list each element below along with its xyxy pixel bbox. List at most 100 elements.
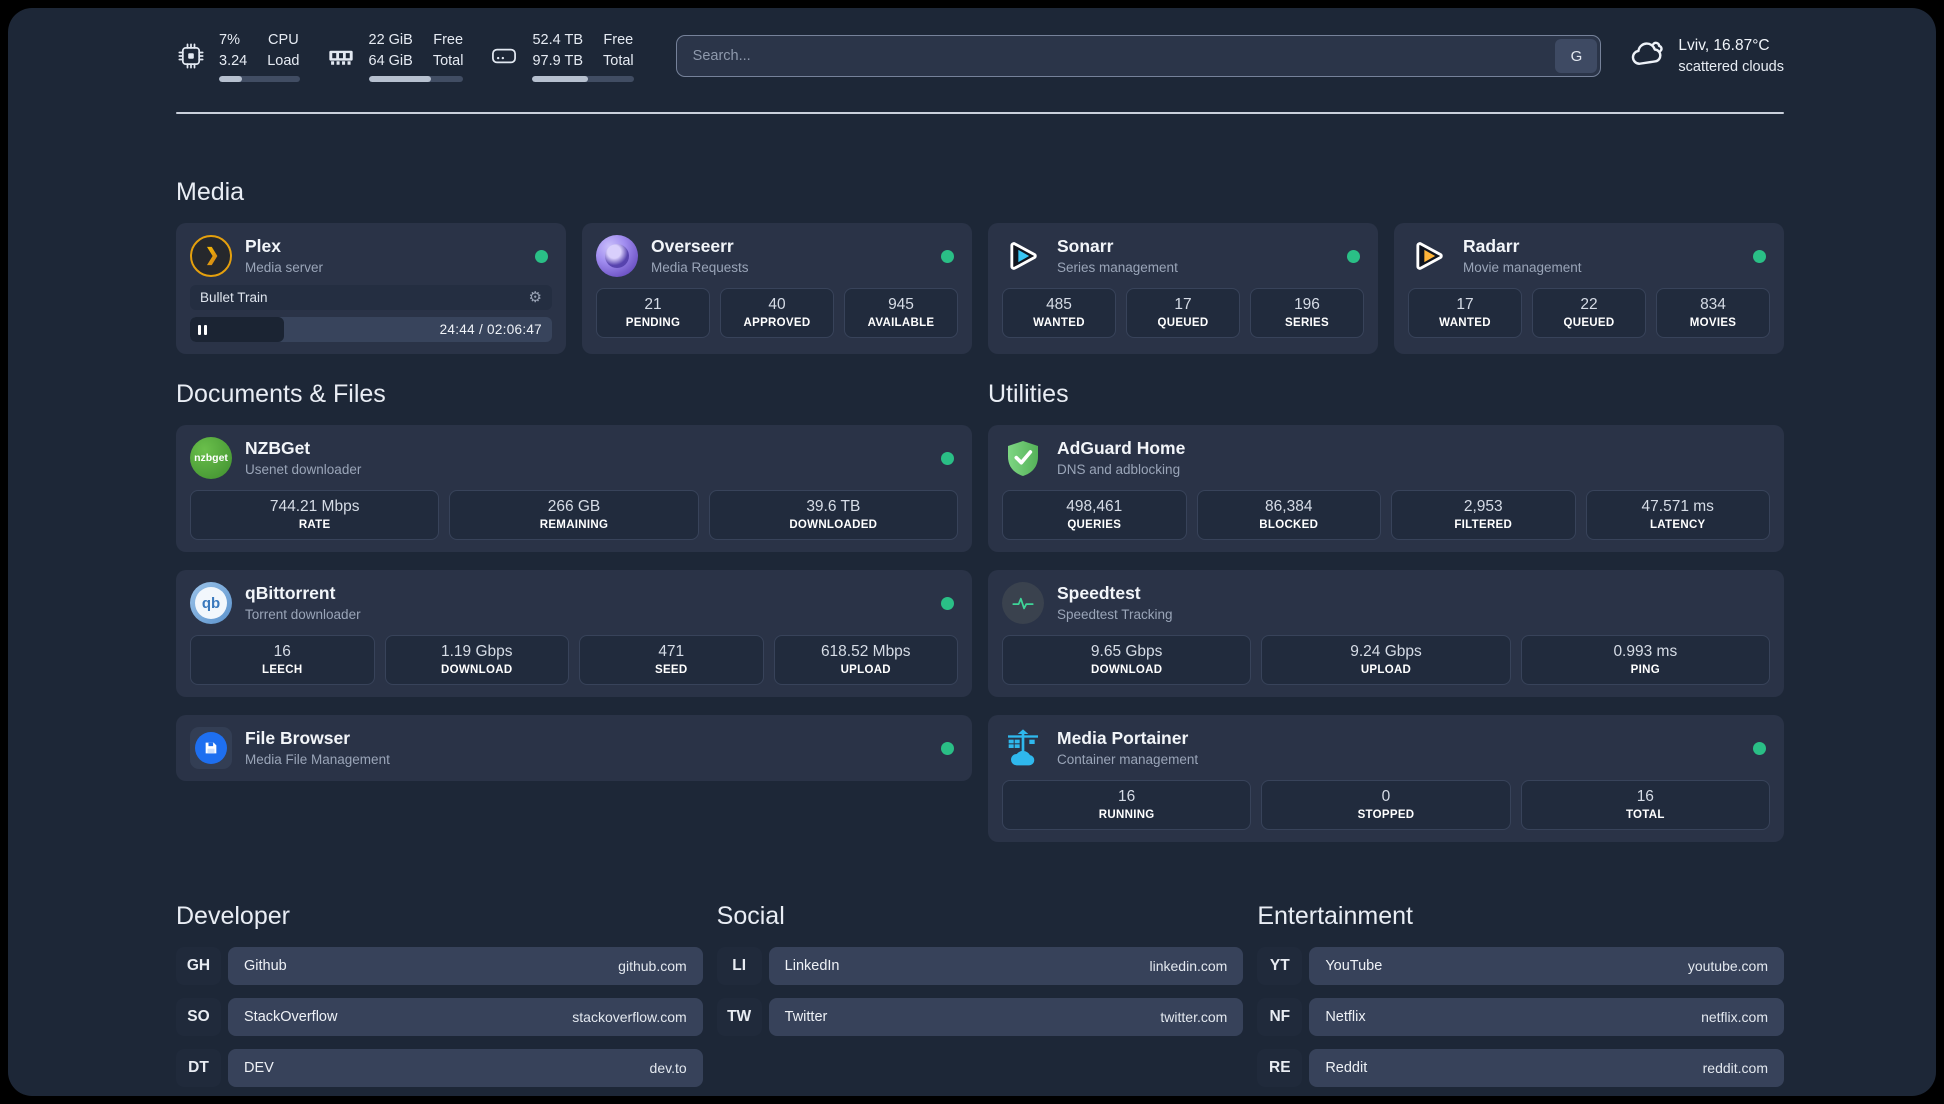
speedtest-icon: [1002, 582, 1044, 625]
qbittorrent-icon: qb: [190, 582, 232, 625]
bookmark-name: StackOverflow: [244, 1009, 338, 1026]
search-input[interactable]: [675, 35, 1602, 78]
app-card-overseerr[interactable]: Overseerr Media Requests 21 PENDING 40 A…: [582, 223, 972, 355]
bookmark-name: Reddit: [1325, 1060, 1368, 1077]
app-title: Plex: [245, 236, 281, 257]
app-card-nzbget[interactable]: nzbget NZBGet Usenet downloader 744.21 M…: [176, 425, 972, 553]
cloud-icon: [1629, 36, 1665, 77]
app-subtitle: Series management: [1057, 260, 1178, 276]
app-title: Radarr: [1463, 236, 1520, 257]
bookmark-name: Netflix: [1325, 1009, 1366, 1026]
app-title: qBittorrent: [245, 583, 336, 604]
app-card-portainer[interactable]: Media Portainer Container management 16 …: [988, 715, 1784, 843]
stat-label: QUERIES: [1067, 519, 1122, 532]
bookmark-abbr: TW: [716, 998, 762, 1037]
app-subtitle: DNS and adblocking: [1057, 462, 1181, 478]
bookmark-youtube[interactable]: YT YouTube youtube.com: [1257, 947, 1784, 986]
stat-box: 16 RUNNING: [1002, 780, 1252, 831]
app-card-sonarr[interactable]: Sonarr Series management 485 WANTED 17 Q…: [988, 223, 1378, 355]
app-card-speedtest[interactable]: Speedtest Speedtest Tracking 9.65 Gbps D…: [988, 570, 1784, 698]
radarr-icon: [1408, 235, 1450, 277]
stat-value: 471: [658, 643, 685, 661]
app-card-radarr[interactable]: Radarr Movie management 17 WANTED 22 QUE…: [1394, 223, 1784, 355]
portainer-icon: [1002, 727, 1044, 769]
stat-value: 40: [768, 296, 786, 314]
app-card-plex[interactable]: Plex Media server Bullet Train ⚙ 24:44 /…: [176, 223, 566, 355]
app-card-adguard[interactable]: AdGuard Home DNS and adblocking 498,461 …: [988, 425, 1784, 553]
bookmark-url: github.com: [618, 958, 687, 975]
cpu-label: CPU: [268, 32, 299, 48]
documents-column: nzbget NZBGet Usenet downloader 744.21 M…: [176, 425, 972, 782]
stat-box: 485 WANTED: [1002, 288, 1116, 339]
bookmark-dev[interactable]: DT DEV dev.to: [176, 1049, 703, 1088]
stat-value: 744.21 Mbps: [269, 498, 360, 516]
cpu-icon: [176, 41, 206, 71]
stat-box: 17 QUEUED: [1126, 288, 1240, 339]
stat-label: PING: [1630, 664, 1660, 677]
app-subtitle: Movie management: [1463, 260, 1582, 276]
player-played-segment: [190, 317, 285, 343]
now-playing-title: Bullet Train: [200, 290, 268, 306]
status-dot: [941, 596, 954, 610]
section-title-developer: Developer: [176, 902, 290, 931]
stat-label: WANTED: [1033, 317, 1085, 330]
app-card-qbittorrent[interactable]: qb qBittorrent Torrent downloader 16 LEE…: [176, 570, 972, 698]
section-title-entertainment: Entertainment: [1257, 902, 1413, 931]
stat-label: DOWNLOAD: [441, 664, 513, 677]
app-title: NZBGet: [245, 438, 311, 459]
search-engine-button[interactable]: G: [1555, 39, 1598, 74]
app-subtitle: Media File Management: [245, 752, 390, 768]
bookmark-github[interactable]: GH Github github.com: [176, 947, 703, 986]
stat-label: PENDING: [625, 317, 681, 330]
storage-total-label: Total: [603, 53, 634, 70]
app-title: Overseerr: [651, 236, 734, 257]
bookmark-name: Github: [244, 958, 287, 975]
bookmark-name: LinkedIn: [784, 958, 840, 975]
media-section: Plex Media server Bullet Train ⚙ 24:44 /…: [176, 223, 1784, 355]
bookmark-abbr: RE: [1257, 1049, 1303, 1088]
stat-label: APPROVED: [743, 317, 811, 330]
pause-icon[interactable]: [198, 324, 207, 335]
bookmark-twitter[interactable]: TW Twitter twitter.com: [716, 998, 1244, 1037]
gear-icon[interactable]: ⚙: [529, 290, 542, 305]
stat-label: MOVIES: [1689, 317, 1737, 330]
storage-free-label: Free: [603, 32, 634, 48]
cpu-load-label: Load: [267, 53, 300, 70]
bookmark-stackoverflow[interactable]: SO StackOverflow stackoverflow.com: [176, 998, 703, 1037]
stat-box: 22 QUEUED: [1532, 288, 1646, 339]
status-dot: [1347, 249, 1360, 263]
stat-value: 9.24 Gbps: [1350, 643, 1422, 661]
stat-box: 16 LEECH: [190, 635, 375, 686]
stat-label: DOWNLOADED: [789, 519, 878, 532]
stat-value: 21: [644, 296, 662, 314]
storage-total-value: 97.9 TB: [532, 53, 584, 70]
storage-stat-group: 52.4 TB 97.9 TB Free Total: [489, 30, 634, 83]
stat-label: WANTED: [1439, 317, 1491, 330]
social-bookmarks: LI LinkedIn linkedin.com TW Twitter twit…: [716, 947, 1244, 1037]
stat-label: AVAILABLE: [867, 317, 935, 330]
bookmark-reddit[interactable]: RE Reddit reddit.com: [1257, 1049, 1784, 1088]
weather-widget: Lviv, 16.87°C scattered clouds: [1629, 35, 1784, 77]
stat-box: 834 MOVIES: [1656, 288, 1770, 339]
sonarr-icon: [1002, 235, 1044, 277]
cpu-load-value: 3.24: [219, 53, 248, 70]
app-subtitle: Torrent downloader: [245, 607, 361, 623]
app-subtitle: Container management: [1057, 752, 1199, 768]
bookmark-netflix[interactable]: NF Netflix netflix.com: [1257, 998, 1784, 1037]
app-card-filebrowser[interactable]: File Browser Media File Management: [176, 715, 972, 782]
stat-value: 47.571 ms: [1641, 498, 1714, 516]
storage-free-value: 52.4 TB: [532, 32, 584, 48]
stat-box: 471 SEED: [579, 635, 764, 686]
bookmark-url: reddit.com: [1702, 1060, 1768, 1077]
cpu-usage-value: 7%: [219, 32, 240, 48]
status-dot: [941, 741, 954, 755]
player-progress-bar[interactable]: 24:44 / 02:06:47: [190, 317, 552, 343]
app-subtitle: Speedtest Tracking: [1057, 607, 1173, 623]
status-dot: [1753, 249, 1766, 263]
bookmark-linkedin[interactable]: LI LinkedIn linkedin.com: [716, 947, 1244, 986]
bookmark-url: dev.to: [649, 1060, 687, 1077]
memory-progress-bar: [368, 76, 464, 83]
stat-box: 2,953 FILTERED: [1391, 490, 1576, 541]
stat-box: 9.65 Gbps DOWNLOAD: [1002, 635, 1252, 686]
stat-box: 86,384 BLOCKED: [1196, 490, 1381, 541]
